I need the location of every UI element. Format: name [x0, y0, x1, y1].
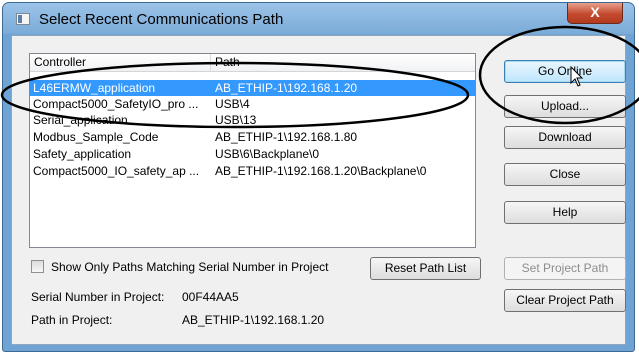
list-row[interactable]: Compact5000_SafetyIO_pro ... USB\4	[30, 96, 475, 112]
help-button[interactable]: Help	[504, 201, 626, 224]
clear-project-path-button[interactable]: Clear Project Path	[504, 289, 626, 312]
column-separator[interactable]	[210, 54, 211, 71]
list-header: Controller Path	[30, 54, 475, 72]
title-bar[interactable]: Select Recent Communications Path X	[3, 3, 634, 34]
close-button[interactable]: Close	[504, 163, 626, 186]
serial-filter-label[interactable]: Show Only Paths Matching Serial Number i…	[51, 260, 328, 274]
project-path-label: Path in Project:	[31, 313, 113, 327]
row-controller: Safety_application	[33, 147, 132, 161]
row-path: USB\13	[215, 113, 257, 127]
go-online-button[interactable]: Go Online	[504, 60, 626, 83]
set-project-path-button: Set Project Path	[504, 257, 626, 280]
column-header-path[interactable]: Path	[215, 55, 240, 69]
list-row[interactable]: L46ERMW_application AB_ETHIP-1\192.168.1…	[30, 80, 475, 96]
row-controller: Compact5000_SafetyIO_pro ...	[33, 97, 199, 111]
recent-paths-list[interactable]: Controller Path L46ERMW_application AB_E…	[29, 53, 476, 248]
row-controller: Compact5000_IO_safety_ap ...	[33, 164, 200, 178]
close-window-button[interactable]: X	[567, 3, 623, 24]
row-path: AB_ETHIP-1\192.168.1.80	[215, 130, 358, 144]
row-controller: L46ERMW_application	[33, 81, 156, 95]
row-controller: Modbus_Sample_Code	[33, 130, 159, 144]
project-path-value: AB_ETHIP-1\192.168.1.20	[182, 313, 325, 327]
reset-path-list-button[interactable]: Reset Path List	[370, 257, 481, 280]
row-path: AB_ETHIP-1\192.168.1.20\Backplane\0	[215, 164, 427, 178]
list-row[interactable]: Serial_application USB\13	[30, 112, 475, 128]
serial-number-value: 00F44AA5	[182, 290, 239, 304]
row-path: USB\4	[215, 97, 250, 111]
window-title: Select Recent Communications Path	[39, 11, 284, 28]
download-button[interactable]: Download	[504, 126, 626, 149]
serial-filter-checkbox[interactable]	[31, 260, 44, 273]
list-row[interactable]: Compact5000_IO_safety_ap ... AB_ETHIP-1\…	[30, 163, 475, 179]
upload-button[interactable]: Upload...	[504, 95, 626, 118]
row-controller: Serial_application	[33, 113, 128, 127]
serial-number-label: Serial Number in Project:	[31, 290, 165, 304]
row-path: USB\6\Backplane\0	[215, 147, 320, 161]
list-row[interactable]: Modbus_Sample_Code AB_ETHIP-1\192.168.1.…	[30, 129, 475, 145]
app-icon	[16, 13, 30, 25]
row-path: AB_ETHIP-1\192.168.1.20	[215, 81, 358, 95]
column-header-controller[interactable]: Controller	[34, 55, 86, 69]
list-row[interactable]: Safety_application USB\6\Backplane\0	[30, 146, 475, 162]
